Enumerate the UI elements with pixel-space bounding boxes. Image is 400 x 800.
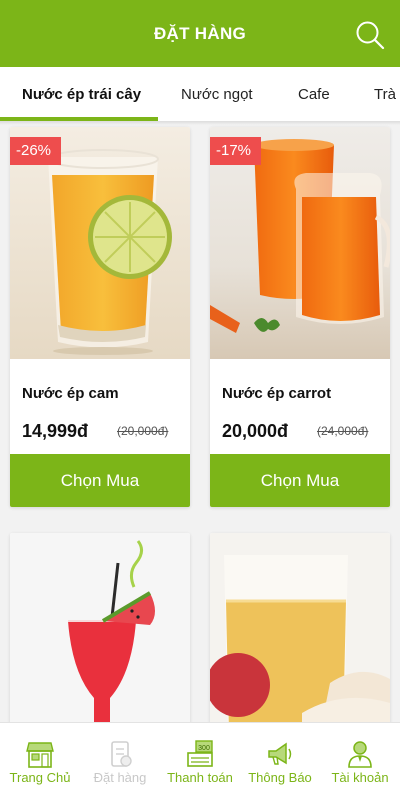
product-price: 20,000đ: [222, 421, 289, 441]
product-image: -26%: [10, 127, 190, 359]
nav-label: Trang Chủ: [9, 770, 71, 785]
store-icon: [26, 742, 54, 768]
product-card[interactable]: [10, 533, 190, 733]
order-icon: [111, 741, 132, 767]
bottom-navigation: Trang Chủ Đặt hàng 300 Thanh toán Thông …: [0, 722, 400, 800]
svg-text:300: 300: [198, 745, 210, 752]
nav-order[interactable]: Đặt hàng: [80, 723, 160, 800]
tab-cafe[interactable]: Cafe: [298, 67, 330, 121]
product-card[interactable]: -17% Nước ép carrot 20,000đ (24,000đ) Ch…: [210, 127, 390, 507]
product-card[interactable]: [210, 533, 390, 733]
nav-label: Thông Báo: [248, 770, 312, 785]
search-icon: [356, 21, 385, 50]
tab-tea[interactable]: Trà: [374, 67, 396, 121]
category-tabs: Nước ép trái cây Nước ngọt Cafe Trà: [0, 67, 400, 121]
product-name: Nước ép cam: [22, 385, 119, 402]
product-image: [210, 533, 390, 733]
cash-register-icon: 300: [187, 740, 213, 767]
app-header: ĐẶT HÀNG: [0, 0, 400, 67]
tab-soft-drinks[interactable]: Nước ngọt: [181, 67, 253, 121]
nav-notifications[interactable]: Thông Báo: [240, 723, 320, 800]
product-old-price: (24,000đ): [317, 424, 369, 438]
user-icon: [348, 741, 372, 768]
tab-fruit-juice[interactable]: Nước ép trái cây: [22, 67, 141, 121]
megaphone-icon: [268, 742, 292, 765]
discount-badge: -26%: [10, 137, 62, 171]
page-title: ĐẶT HÀNG: [153, 24, 247, 43]
discount-badge: -17%: [210, 137, 262, 171]
product-image: [10, 533, 190, 733]
nav-account[interactable]: Tài khoản: [320, 723, 400, 800]
nav-payment[interactable]: 300 Thanh toán: [160, 723, 240, 800]
order-screen: ĐẶT HÀNG Nước ép trái cây Nước ngọt Cafe…: [0, 0, 400, 800]
nav-label: Thanh toán: [167, 770, 233, 785]
buy-button[interactable]: Chọn Mua: [210, 454, 390, 507]
product-name: Nước ép carrot: [222, 385, 332, 402]
product-price: 14,999đ: [22, 421, 89, 441]
product-old-price: (20,000đ): [117, 424, 169, 438]
nav-label: Tài khoản: [331, 770, 389, 785]
product-image: -17%: [210, 127, 390, 359]
search-button[interactable]: [354, 19, 386, 51]
nav-home[interactable]: Trang Chủ: [0, 723, 80, 800]
tabs-divider: [0, 121, 400, 125]
nav-label: Đặt hàng: [93, 770, 147, 785]
product-card[interactable]: -26% Nước ép cam 14,999đ (20,000đ) Chọn …: [10, 127, 190, 507]
buy-button[interactable]: Chọn Mua: [10, 454, 190, 507]
